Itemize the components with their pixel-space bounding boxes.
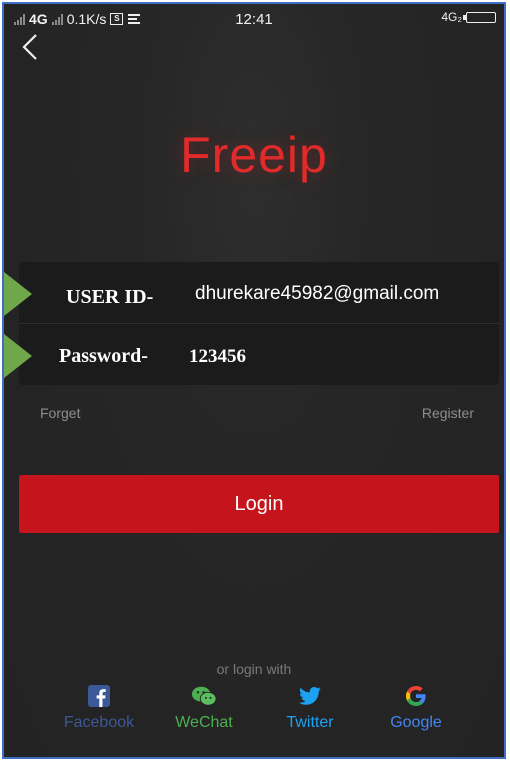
password-label: Password- [59, 345, 148, 367]
back-button[interactable] [16, 32, 46, 62]
wechat-login[interactable]: WeChat [168, 684, 240, 732]
wechat-label: WeChat [175, 714, 233, 731]
facebook-login[interactable]: Facebook [56, 684, 142, 732]
or-login-with-text: or login with [216, 661, 292, 677]
password-input[interactable]: 123456 [189, 346, 246, 368]
forget-link[interactable]: Forget [40, 405, 80, 421]
status-time: 12:41 [235, 11, 273, 28]
google-login[interactable]: Google [384, 684, 448, 732]
twitter-label: Twitter [286, 714, 334, 731]
password-row[interactable]: Password- 123456 [19, 324, 499, 385]
battery-icon [463, 11, 496, 23]
twitter-login[interactable]: Twitter [278, 684, 342, 732]
network-type-2: 4G₂ [441, 10, 462, 24]
google-label: Google [390, 714, 442, 731]
register-link[interactable]: Register [422, 405, 474, 421]
wechat-icon [191, 686, 217, 706]
facebook-icon [88, 685, 110, 707]
user-id-row[interactable]: USER ID- dhurekare45982@gmail.com [19, 262, 499, 324]
user-id-label: USER ID- [66, 286, 154, 308]
login-form: USER ID- dhurekare45982@gmail.com Passwo… [19, 262, 499, 385]
twitter-icon [299, 687, 321, 705]
app-logo: Freeip [180, 127, 328, 183]
phone-screen: 4G 0.1K/s S 12:41 4G₂ Freeip USER ID- dh… [2, 2, 506, 759]
chevron-left-icon [22, 34, 37, 60]
status-bar: 4G 0.1K/s S 12:41 4G₂ [4, 4, 504, 36]
status-right: 4G₂ [441, 10, 496, 24]
user-id-input[interactable]: dhurekare45982@gmail.com [195, 283, 439, 305]
facebook-label: Facebook [63, 714, 135, 731]
login-button[interactable]: Login [19, 475, 499, 533]
google-icon [406, 686, 426, 706]
annotation-arrow-user [4, 272, 32, 316]
annotation-arrow-password [4, 334, 32, 378]
